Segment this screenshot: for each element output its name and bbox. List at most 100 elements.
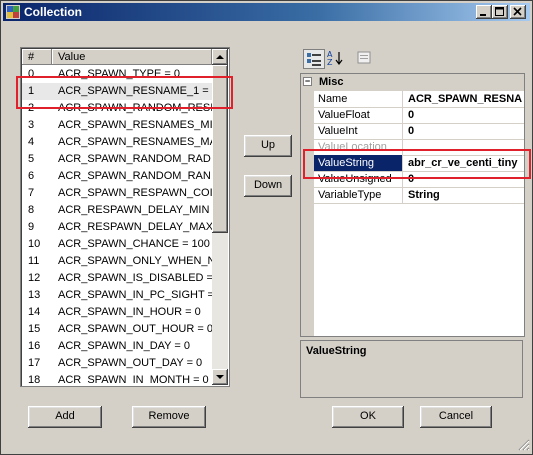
scroll-up-button[interactable] bbox=[212, 49, 228, 65]
property-value[interactable]: 0 bbox=[404, 123, 524, 139]
list-item-index: 8 bbox=[28, 204, 35, 216]
list-item-value: ACR_SPAWN_RANDOM_RAN bbox=[58, 170, 211, 182]
list-rows: 0 ACR_SPAWN_TYPE = 0 1 ACR_SPAWN_RESNAME_1 … bbox=[22, 66, 212, 384]
property-grid-toolbar: A Z bbox=[300, 47, 524, 71]
remove-button[interactable]: Remove bbox=[132, 406, 206, 428]
description-title: ValueString bbox=[306, 345, 367, 357]
list-item-index: 9 bbox=[28, 221, 35, 233]
arrow-up-icon bbox=[216, 55, 224, 59]
list-item[interactable]: 12 ACR_SPAWN_IS_DISABLED = bbox=[22, 270, 212, 287]
categorized-icon bbox=[307, 53, 321, 66]
list-item-index: 1 bbox=[28, 85, 35, 97]
property-row[interactable]: ValueString abr_cr_ve_centi_tiny bbox=[314, 155, 524, 172]
list-item-value: ACR_SPAWN_IN_MONTH = 0 bbox=[58, 374, 209, 384]
list-item[interactable]: 13 ACR_SPAWN_IN_PC_SIGHT = bbox=[22, 287, 212, 304]
app-icon bbox=[6, 5, 20, 19]
property-row[interactable]: ValueLocation bbox=[314, 139, 524, 156]
property-grid-margin bbox=[301, 74, 314, 336]
list-item[interactable]: 10 ACR_SPAWN_CHANCE = 100 bbox=[22, 236, 212, 253]
list-item-index: 0 bbox=[28, 68, 35, 80]
minimize-button[interactable] bbox=[476, 5, 492, 19]
list-item-value: ACR_SPAWN_RANDOM_RESI bbox=[58, 102, 212, 114]
list-item-index: 15 bbox=[28, 323, 41, 335]
list-item-index: 7 bbox=[28, 187, 35, 199]
alphabetical-view-button[interactable]: A Z bbox=[325, 49, 347, 69]
property-row[interactable]: Name ACR_SPAWN_RESNA bbox=[314, 91, 524, 108]
list-item-value: ACR_SPAWN_IN_DAY = 0 bbox=[58, 340, 190, 352]
members-list[interactable]: # Value 0 ACR_SPAWN_TYPE = 0 1 ACR_SPAWN_RE… bbox=[20, 47, 230, 387]
property-value[interactable]: 0 bbox=[404, 171, 524, 187]
window-title: Collection bbox=[24, 5, 83, 19]
collection-dialog: Collection # Value 0 ACR_SPAWN_TYPE = 0 1 A… bbox=[0, 0, 533, 455]
list-item[interactable]: 7 ACR_SPAWN_RESPAWN_COI bbox=[22, 185, 212, 202]
list-item-index: 13 bbox=[28, 289, 41, 301]
list-item[interactable]: 1 ACR_SPAWN_RESNAME_1 = bbox=[22, 83, 212, 100]
list-item[interactable]: 18 ACR_SPAWN_IN_MONTH = 0 bbox=[22, 372, 212, 384]
collapse-icon[interactable]: − bbox=[303, 77, 312, 86]
list-item[interactable]: 4 ACR_SPAWN_RESNAMES_MA bbox=[22, 134, 212, 151]
categorized-view-button[interactable] bbox=[303, 49, 325, 69]
list-item[interactable]: 16 ACR_SPAWN_IN_DAY = 0 bbox=[22, 338, 212, 355]
list-item-value: ACR_SPAWN_RESNAMES_MA bbox=[58, 136, 212, 148]
property-row[interactable]: ValueFloat 0 bbox=[314, 107, 524, 124]
svg-text:Z: Z bbox=[327, 58, 333, 67]
property-grid[interactable]: − Misc Name ACR_SPAWN_RESNA ValueFloat 0 Val… bbox=[300, 73, 525, 337]
list-item-value: ACR_RESPAWN_DELAY_MIN bbox=[58, 204, 210, 216]
list-item[interactable]: 15 ACR_SPAWN_OUT_HOUR = 0 bbox=[22, 321, 212, 338]
list-item-index: 3 bbox=[28, 119, 35, 131]
ok-button[interactable]: OK bbox=[332, 406, 404, 428]
property-row[interactable]: ValueUnsigned 0 bbox=[314, 171, 524, 188]
maximize-button[interactable] bbox=[492, 5, 508, 19]
list-item[interactable]: 3 ACR_SPAWN_RESNAMES_MI bbox=[22, 117, 212, 134]
property-value[interactable]: ACR_SPAWN_RESNA bbox=[404, 91, 524, 107]
list-item[interactable]: 8 ACR_RESPAWN_DELAY_MIN bbox=[22, 202, 212, 219]
column-header-index[interactable]: # bbox=[22, 49, 52, 65]
list-item-index: 5 bbox=[28, 153, 35, 165]
move-down-button[interactable]: Down bbox=[244, 175, 292, 197]
property-pages-icon bbox=[357, 51, 371, 64]
resize-grip-icon[interactable] bbox=[516, 437, 530, 451]
close-button[interactable] bbox=[510, 5, 526, 19]
property-row[interactable]: ValueInt 0 bbox=[314, 123, 524, 140]
column-header-value[interactable]: Value bbox=[52, 49, 212, 65]
list-item[interactable]: 0 ACR_SPAWN_TYPE = 0 bbox=[22, 66, 212, 83]
list-item[interactable]: 14 ACR_SPAWN_IN_HOUR = 0 bbox=[22, 304, 212, 321]
scroll-down-button[interactable] bbox=[212, 369, 228, 385]
list-item-value: ACR_SPAWN_IN_HOUR = 0 bbox=[58, 306, 201, 318]
property-value[interactable]: 0 bbox=[404, 107, 524, 123]
list-item[interactable]: 11 ACR_SPAWN_ONLY_WHEN_N bbox=[22, 253, 212, 270]
list-header: # Value bbox=[22, 49, 212, 66]
list-item-value: ACR_SPAWN_IS_DISABLED = bbox=[58, 272, 212, 284]
list-item[interactable]: 5 ACR_SPAWN_RANDOM_RAD bbox=[22, 151, 212, 168]
category-misc[interactable]: − Misc bbox=[301, 74, 524, 91]
maximize-icon bbox=[495, 7, 504, 16]
list-item-index: 17 bbox=[28, 357, 41, 369]
list-item-index: 16 bbox=[28, 340, 41, 352]
list-item-value: ACR_SPAWN_RESNAME_1 = bbox=[58, 85, 209, 97]
property-name: VariableType bbox=[314, 187, 403, 203]
list-item-value: ACR_SPAWN_OUT_HOUR = 0 bbox=[58, 323, 212, 335]
property-row[interactable]: VariableType String bbox=[314, 187, 524, 204]
property-value[interactable]: abr_cr_ve_centi_tiny bbox=[404, 155, 524, 171]
property-name: ValueString bbox=[314, 155, 403, 171]
list-item-index: 4 bbox=[28, 136, 35, 148]
property-name: ValueFloat bbox=[314, 107, 403, 123]
list-item[interactable]: 6 ACR_SPAWN_RANDOM_RAN bbox=[22, 168, 212, 185]
property-pages-button[interactable] bbox=[354, 49, 376, 69]
move-up-button[interactable]: Up bbox=[244, 135, 292, 157]
property-value[interactable]: String bbox=[404, 187, 524, 203]
list-item-value: ACR_SPAWN_RANDOM_RAD bbox=[58, 153, 211, 165]
scroll-thumb[interactable] bbox=[212, 65, 228, 233]
list-item[interactable]: 17 ACR_SPAWN_OUT_DAY = 0 bbox=[22, 355, 212, 372]
minimize-icon bbox=[480, 14, 486, 16]
property-value[interactable] bbox=[404, 139, 524, 155]
add-button[interactable]: Add bbox=[28, 406, 102, 428]
list-item-value: ACR_SPAWN_OUT_DAY = 0 bbox=[58, 357, 203, 369]
list-item-index: 6 bbox=[28, 170, 35, 182]
list-vertical-scrollbar[interactable] bbox=[212, 49, 228, 385]
title-bar[interactable]: Collection bbox=[3, 3, 530, 21]
list-item[interactable]: 2 ACR_SPAWN_RANDOM_RESI bbox=[22, 100, 212, 117]
list-item[interactable]: 9 ACR_RESPAWN_DELAY_MAX bbox=[22, 219, 212, 236]
list-item-value: ACR_SPAWN_TYPE = 0 bbox=[58, 68, 180, 80]
cancel-button[interactable]: Cancel bbox=[420, 406, 492, 428]
